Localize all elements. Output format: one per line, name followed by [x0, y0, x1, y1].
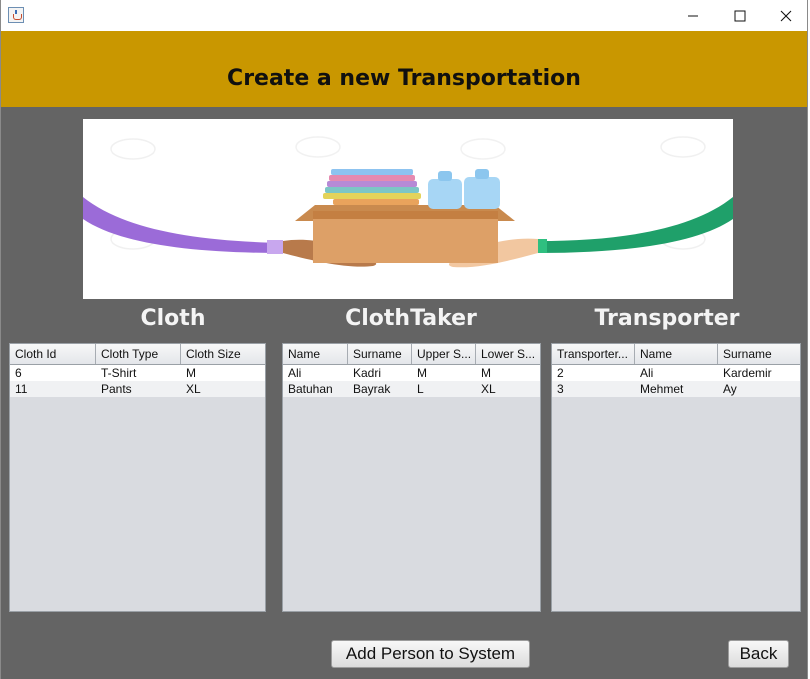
minimize-button[interactable] — [670, 0, 716, 31]
add-person-button[interactable]: Add Person to System — [331, 640, 530, 668]
cloth-table[interactable]: Cloth Id Cloth Type Cloth Size 6 T-Shirt… — [9, 343, 266, 612]
maximize-icon — [734, 10, 746, 21]
cloth-section-title: Cloth — [140, 306, 206, 331]
maximize-button[interactable] — [717, 0, 763, 31]
table-header: Cloth Id Cloth Type Cloth Size — [10, 344, 265, 365]
table-cell: Bayrak — [353, 382, 391, 396]
table-cell: Kadri — [353, 366, 382, 380]
table-row[interactable]: 6 T-Shirt M — [10, 365, 265, 381]
table-cell: Kardemir — [723, 366, 772, 380]
column-header[interactable]: Cloth Type — [96, 344, 181, 364]
column-header[interactable]: Surname — [348, 344, 412, 364]
table-cell: 11 — [15, 382, 28, 396]
table-cell: Ali — [288, 366, 302, 380]
table-cell: L — [417, 382, 424, 396]
table-header: Transporter... Name Surname — [552, 344, 800, 365]
table-cell: XL — [481, 382, 496, 396]
table-row[interactable]: 2 Ali Kardemir — [552, 365, 800, 381]
clothtaker-section-title: ClothTaker — [345, 306, 477, 331]
page-title: Create a new Transportation — [227, 66, 581, 91]
table-cell: M — [186, 366, 196, 380]
table-cell: Batuhan — [288, 382, 333, 396]
column-header[interactable]: Cloth Size — [181, 344, 265, 364]
table-row[interactable]: 11 Pants XL — [10, 381, 265, 397]
transporter-section-title: Transporter — [594, 306, 740, 331]
column-header[interactable]: Surname — [718, 344, 800, 364]
transporter-table[interactable]: Transporter... Name Surname 2 Ali Kardem… — [551, 343, 801, 612]
column-header[interactable]: Transporter... — [552, 344, 635, 364]
close-icon — [780, 10, 792, 21]
table-cell: M — [481, 366, 491, 380]
app-window: Create a new Transportation Cloth ClothT… — [0, 0, 808, 679]
minimize-icon — [688, 15, 698, 16]
table-cell: XL — [186, 382, 201, 396]
table-cell: Mehmet — [640, 382, 684, 396]
java-app-icon — [8, 7, 24, 23]
table-row[interactable]: 3 Mehmet Ay — [552, 381, 800, 397]
table-cell: 2 — [557, 366, 564, 380]
table-cell: Ay — [723, 382, 737, 396]
column-header[interactable]: Upper S... — [412, 344, 476, 364]
banner-image — [83, 119, 733, 299]
clothtaker-table[interactable]: Name Surname Upper S... Lower S... Ali K… — [282, 343, 541, 612]
column-header[interactable]: Name — [283, 344, 348, 364]
column-header[interactable]: Name — [635, 344, 718, 364]
table-header: Name Surname Upper S... Lower S... — [283, 344, 540, 365]
column-header[interactable]: Cloth Id — [10, 344, 96, 364]
back-button[interactable]: Back — [728, 640, 789, 668]
table-cell: M — [417, 366, 427, 380]
table-cell: Ali — [640, 366, 654, 380]
table-row[interactable]: Ali Kadri M M — [283, 365, 540, 381]
column-header[interactable]: Lower S... — [476, 344, 540, 364]
close-button[interactable] — [763, 0, 809, 31]
table-row[interactable]: Batuhan Bayrak L XL — [283, 381, 540, 397]
header-bar: Create a new Transportation — [1, 31, 807, 107]
title-bar — [1, 0, 807, 31]
table-cell: T-Shirt — [101, 366, 137, 380]
table-cell: 6 — [15, 366, 22, 380]
table-cell: 3 — [557, 382, 564, 396]
table-cell: Pants — [101, 382, 132, 396]
